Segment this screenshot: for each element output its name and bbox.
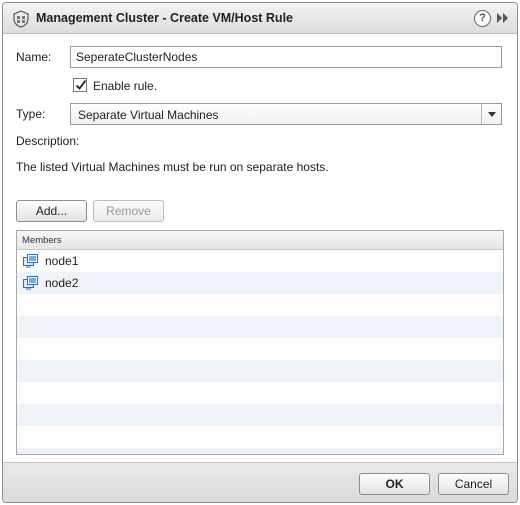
description-label: Description: <box>16 134 80 148</box>
description-text: The listed Virtual Machines must be run … <box>16 160 329 174</box>
member-name: node2 <box>45 276 79 290</box>
empty-row <box>17 316 503 338</box>
type-label: Type: <box>16 107 46 121</box>
rule-name-input[interactable] <box>70 46 502 68</box>
empty-row <box>17 426 503 448</box>
chevron-down-icon <box>488 112 496 117</box>
title-bar: Management Cluster - Create VM/Host Rule… <box>3 3 517 34</box>
dropdown-button[interactable] <box>481 104 501 124</box>
dialog-footer: OK Cancel <box>3 462 517 502</box>
member-name: node1 <box>45 254 79 268</box>
list-item[interactable]: node1 <box>17 250 503 272</box>
vm-icon <box>23 276 38 290</box>
empty-row <box>17 294 503 316</box>
members-list[interactable]: Members node1 node2 <box>16 230 504 455</box>
vm-icon <box>23 254 38 268</box>
rule-type-value: Separate Virtual Machines <box>78 108 219 122</box>
dialog-title: Management Cluster - Create VM/Host Rule <box>36 11 293 25</box>
members-column-header[interactable]: Members <box>17 231 503 250</box>
cancel-button[interactable]: Cancel <box>438 473 509 495</box>
help-icon[interactable]: ? <box>474 10 491 27</box>
empty-row <box>17 360 503 382</box>
ok-button[interactable]: OK <box>359 473 430 495</box>
list-item[interactable]: node2 <box>17 272 503 294</box>
empty-row <box>17 404 503 426</box>
name-label: Name: <box>16 50 52 64</box>
enable-rule-label: Enable rule. <box>93 79 158 93</box>
empty-row <box>17 382 503 404</box>
rule-type-select[interactable]: Separate Virtual Machines <box>70 103 502 125</box>
empty-row <box>17 338 503 360</box>
enable-rule-checkbox[interactable] <box>73 78 87 92</box>
expand-panel-icon[interactable] <box>496 12 510 24</box>
create-vm-host-rule-dialog: Management Cluster - Create VM/Host Rule… <box>2 2 518 503</box>
checkmark-icon <box>75 79 87 90</box>
remove-member-button[interactable]: Remove <box>93 200 164 222</box>
empty-row <box>17 448 503 454</box>
cluster-rule-icon <box>13 10 29 28</box>
add-member-button[interactable]: Add... <box>16 200 87 222</box>
